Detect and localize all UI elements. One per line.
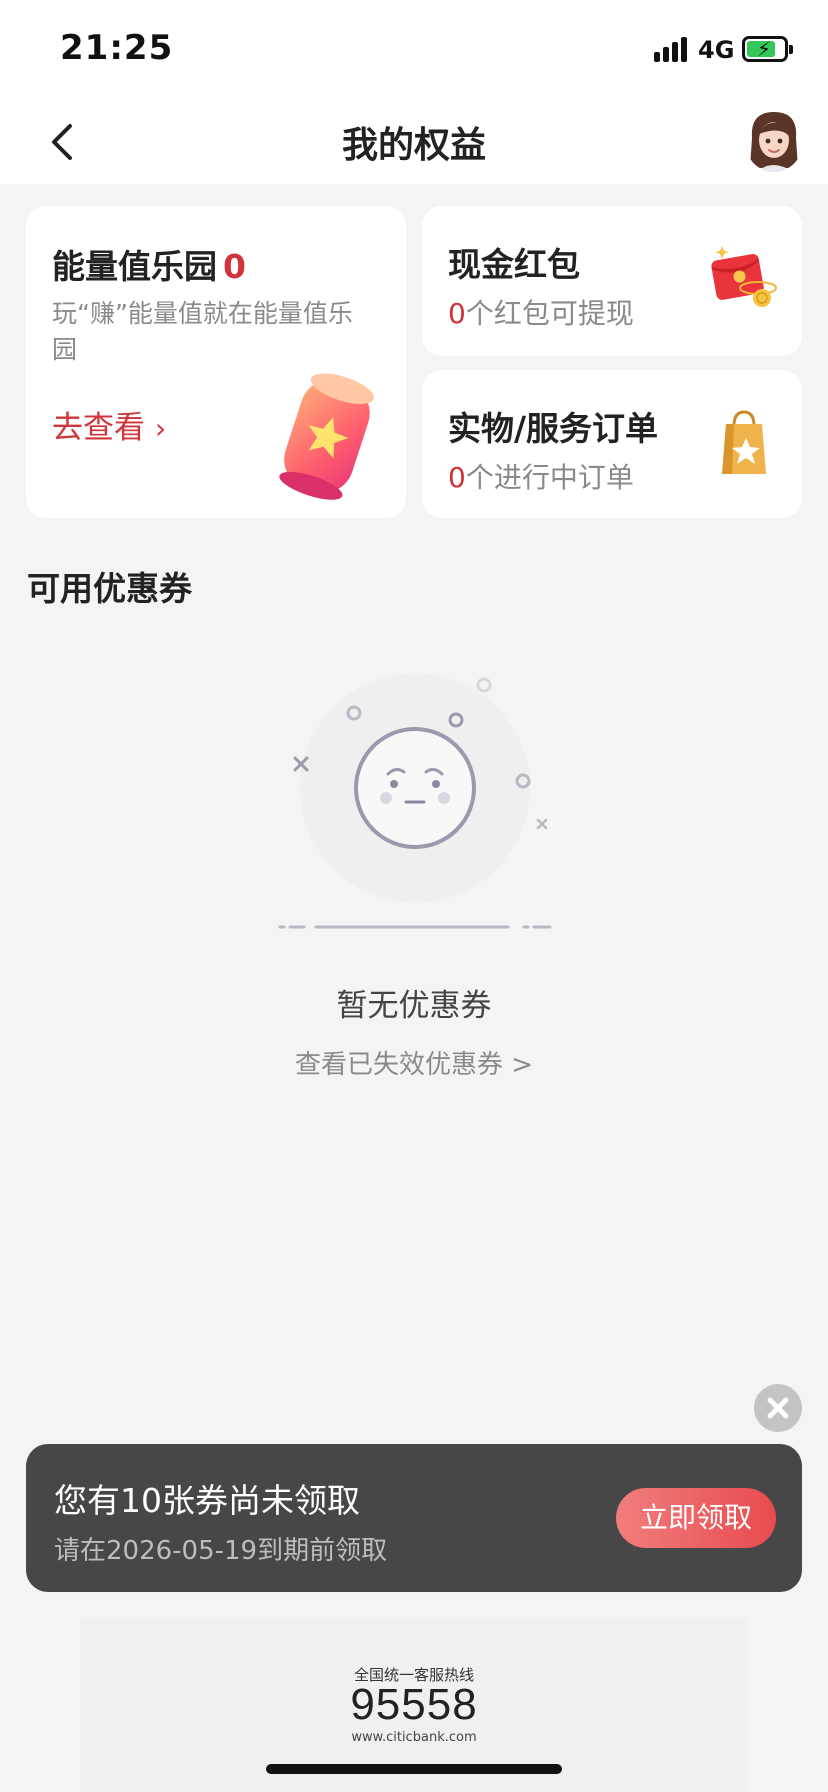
unclaimed-coupons-deadline: 请在2026-05-19到期前领取 [54, 1536, 388, 1566]
bank-website: www.citicbank.com [351, 1730, 477, 1745]
close-icon [767, 1397, 789, 1419]
unclaimed-coupons-title: 您有10张券尚未领取 [54, 1481, 360, 1520]
cash-red-packet-title: 现金红包 [448, 245, 580, 284]
status-time: 21:25 [60, 28, 174, 68]
network-type: 4G [698, 36, 735, 64]
status-bar: 21:25 4G ⚡ [0, 0, 828, 100]
cash-red-packet-status: 0个红包可提现 [448, 292, 634, 332]
red-envelope-icon [711, 246, 777, 307]
close-banner-button[interactable] [754, 1384, 802, 1432]
chevron-right-icon: › [155, 412, 167, 445]
screen: 21:25 4G ⚡ 我的权益 能量值乐园 0 玩“赚”能量值就在能量值乐园 去… [0, 0, 828, 1792]
cash-red-packet-card[interactable]: 现金红包 0个红包可提现 [422, 206, 802, 356]
unclaimed-coupons-banner: 您有10张券尚未领取 请在2026-05-19到期前领取 立即领取 [26, 1444, 802, 1592]
sad-face-icon [278, 673, 552, 929]
shopping-bag-icon [722, 410, 766, 474]
avatar[interactable] [746, 108, 802, 172]
battery-icon: ⚡ [742, 36, 793, 62]
energy-park-description: 玩“赚”能量值就在能量值乐园 [52, 299, 353, 364]
orders-suffix: 个进行中订单 [465, 461, 634, 494]
view-expired-coupons-link[interactable]: 查看已失效优惠券 > [0, 1044, 828, 1081]
red-packet-suffix: 个红包可提现 [465, 297, 634, 330]
available-coupons-title: 可用优惠券 [27, 569, 192, 608]
orders-count: 0 [448, 461, 466, 494]
hotline-number: 95558 [350, 1680, 478, 1729]
claim-now-button[interactable]: 立即领取 [616, 1488, 776, 1548]
orders-card[interactable]: 实物/服务订单 0个进行中订单 [422, 370, 802, 518]
star-jar-icon [279, 373, 375, 500]
red-packet-count: 0 [448, 297, 466, 330]
nav-bar: 我的权益 [0, 100, 828, 184]
energy-park-title: 能量值乐园 0 [52, 240, 246, 288]
energy-park-label: 能量值乐园 [52, 247, 217, 286]
view-energy-label: 去查看 [52, 410, 145, 446]
page-title: 我的权益 [341, 125, 486, 166]
orders-status: 0个进行中订单 [448, 456, 634, 496]
view-energy-link[interactable]: 去查看 › [52, 402, 166, 447]
signal-icon [654, 36, 688, 62]
energy-value: 0 [223, 247, 246, 286]
orders-title: 实物/服务订单 [448, 409, 659, 448]
home-indicator[interactable] [266, 1764, 562, 1774]
energy-park-card[interactable]: 能量值乐园 0 玩“赚”能量值就在能量值乐园 去查看 › [26, 206, 406, 518]
empty-coupons-text: 暂无优惠券 [336, 988, 492, 1024]
